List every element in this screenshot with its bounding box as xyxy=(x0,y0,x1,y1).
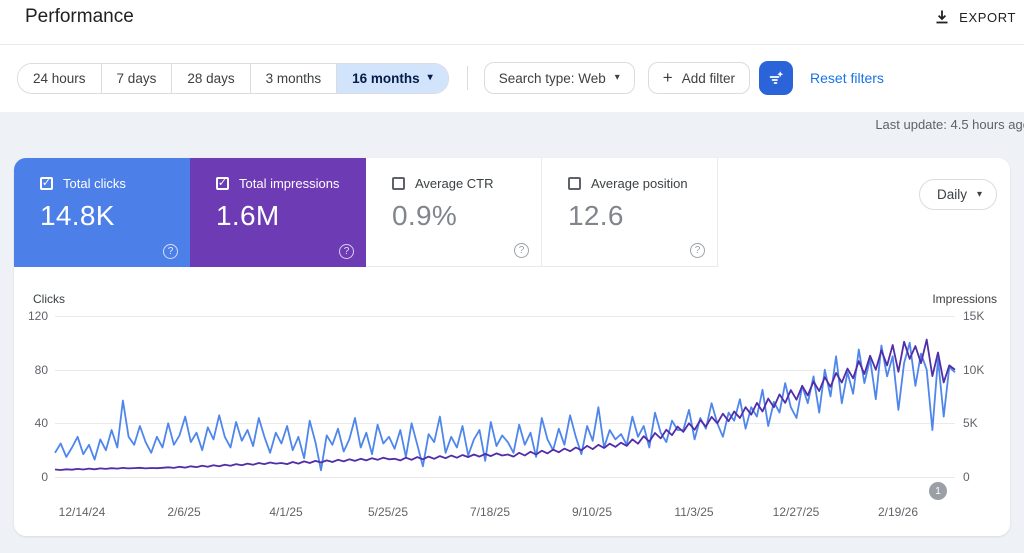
range-28-days[interactable]: 28 days xyxy=(172,63,251,93)
performance-card: ✓ Total clicks 14.8K ? ✓ Total impressio… xyxy=(14,158,1010,536)
range-24-hours[interactable]: 24 hours xyxy=(18,63,102,93)
plus-icon: + xyxy=(662,68,673,87)
x-axis-label: 5/25/25 xyxy=(367,505,409,519)
range-16-months[interactable]: 16 months ▾ xyxy=(337,63,448,93)
checkbox-checked-icon[interactable]: ✓ xyxy=(40,177,53,190)
left-axis-tick: 40 xyxy=(34,416,48,431)
tile-total-clicks[interactable]: ✓ Total clicks 14.8K ? xyxy=(14,158,190,267)
divider xyxy=(466,66,468,90)
tile-value: 0.9% xyxy=(392,200,458,231)
reset-filters-link[interactable]: Reset filters xyxy=(810,70,884,86)
x-axis-label: 4/1/25 xyxy=(269,505,303,519)
metric-tiles: ✓ Total clicks 14.8K ? ✓ Total impressio… xyxy=(14,158,718,267)
search-type-chip[interactable]: Search type: Web ▾ xyxy=(483,62,635,94)
export-label: EXPORT xyxy=(959,9,1016,25)
right-axis-tick: 15K xyxy=(963,309,985,323)
left-axis-title: Clicks xyxy=(33,292,65,306)
x-axis-label: 11/3/25 xyxy=(674,505,714,519)
chevron-down-icon: ▾ xyxy=(614,72,620,83)
header-band xyxy=(0,0,1024,112)
chevron-down-icon: ▾ xyxy=(976,188,982,200)
series-clicks xyxy=(54,341,956,472)
left-axis-tick: 120 xyxy=(27,309,48,323)
help-icon[interactable]: ? xyxy=(163,244,178,259)
help-icon[interactable]: ? xyxy=(514,243,529,258)
header-divider xyxy=(0,44,1024,45)
date-range-group: 24 hours 7 days 28 days 3 months 16 mont… xyxy=(17,62,449,94)
right-axis-tick: 0 xyxy=(963,470,970,484)
tile-label: Average CTR xyxy=(415,176,494,191)
tile-label: Total impressions xyxy=(239,176,340,191)
tile-label: Total clicks xyxy=(63,176,126,191)
tile-average-position[interactable]: ✓ Average position 12.6 ? xyxy=(542,158,718,267)
range-7-days[interactable]: 7 days xyxy=(101,63,173,93)
left-axis-tick: 0 xyxy=(41,470,48,484)
x-axis-label: 7/18/25 xyxy=(469,505,511,519)
filter-settings-button[interactable] xyxy=(759,61,794,95)
tile-label: Average position xyxy=(591,176,688,191)
x-axis-label: 2/6/25 xyxy=(167,505,201,519)
right-axis-title: Impressions xyxy=(932,292,997,306)
line-chart: Clicks Impressions 120 15K 80 10K 40 5K 0 0 12/… xyxy=(14,267,1010,536)
right-axis-tick: 10K xyxy=(963,362,985,377)
tile-average-ctr[interactable]: ✓ Average CTR 0.9% ? xyxy=(366,158,542,267)
help-icon[interactable]: ? xyxy=(339,244,354,259)
checkbox-unchecked-icon[interactable]: ✓ xyxy=(392,177,405,190)
x-axis-label: 12/14/24 xyxy=(58,505,106,519)
checkbox-checked-icon[interactable]: ✓ xyxy=(216,177,229,190)
right-axis-tick: 5K xyxy=(963,416,978,431)
export-button[interactable]: EXPORT xyxy=(932,5,1018,29)
tile-total-impressions[interactable]: ✓ Total impressions 1.6M ? xyxy=(190,158,366,267)
add-filter-chip[interactable]: + Add filter xyxy=(647,62,751,94)
x-axis-label: 9/10/25 xyxy=(571,505,613,519)
tile-value: 1.6M xyxy=(216,200,280,231)
chevron-down-icon: ▾ xyxy=(427,72,433,83)
filter-bar: 24 hours 7 days 28 days 3 months 16 mont… xyxy=(17,61,884,95)
download-icon xyxy=(934,9,950,25)
x-axis-label: 12/27/25 xyxy=(772,505,820,519)
x-axis-label: 2/19/26 xyxy=(877,505,919,519)
tune-sparkle-icon xyxy=(767,69,785,87)
tile-value: 14.8K xyxy=(40,200,115,231)
checkbox-unchecked-icon[interactable]: ✓ xyxy=(568,177,581,190)
gridline xyxy=(55,477,955,478)
tile-value: 12.6 xyxy=(568,200,624,231)
pagination-badge[interactable]: 1 xyxy=(929,482,947,500)
help-icon[interactable]: ? xyxy=(690,243,705,258)
left-axis-tick: 80 xyxy=(34,362,48,377)
granularity-dropdown[interactable]: Daily ▾ xyxy=(918,179,997,210)
chart-plot[interactable] xyxy=(54,316,956,477)
x-axis-labels: 12/14/24 2/6/25 4/1/25 5/25/25 7/18/25 9/10/2… xyxy=(14,505,1010,521)
range-3-months[interactable]: 3 months xyxy=(250,63,338,93)
page-title: Performance xyxy=(25,6,134,27)
last-update-status: Last update: 4.5 hours ago xyxy=(875,117,1024,132)
